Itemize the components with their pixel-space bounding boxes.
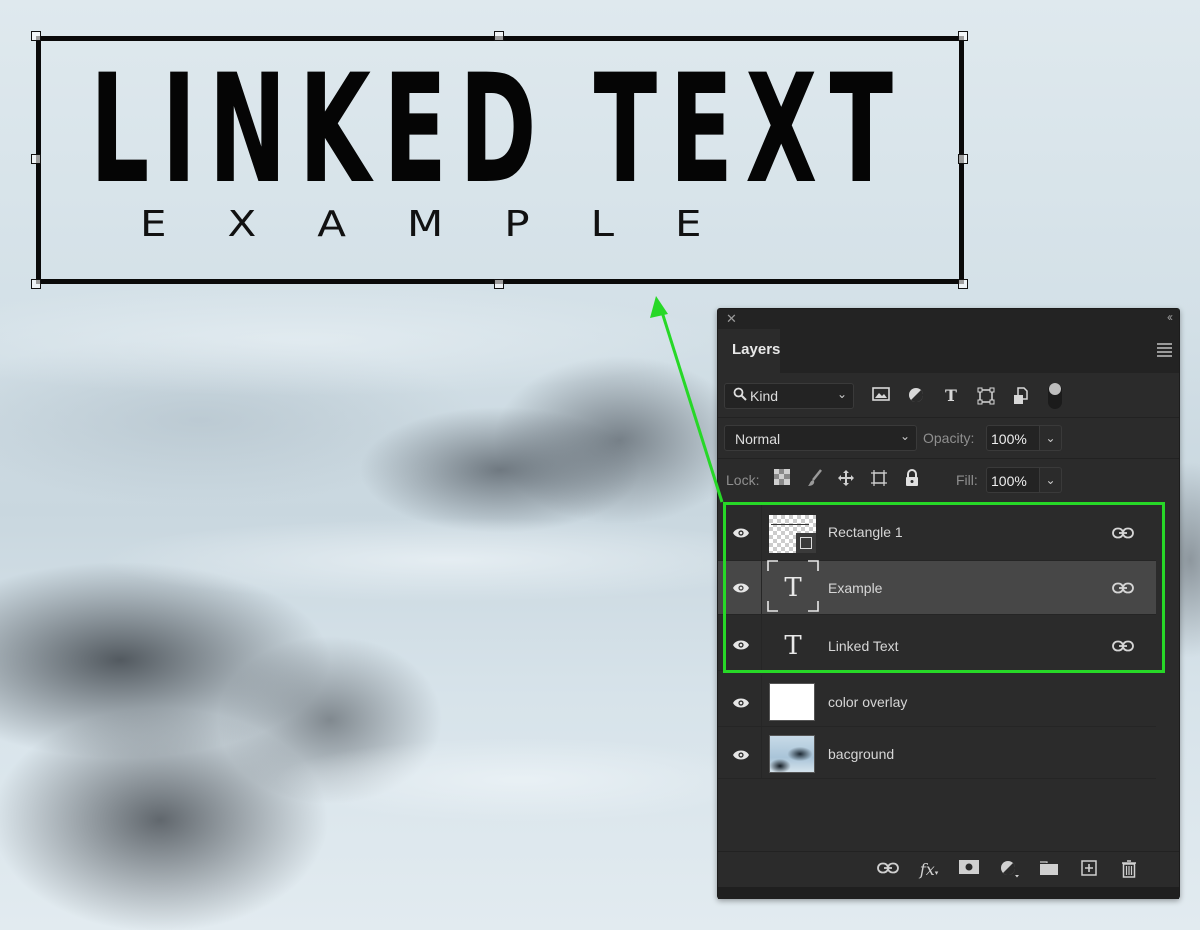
layer-name[interactable]: Linked Text: [828, 638, 899, 654]
chevron-down-icon: ⌄: [1045, 473, 1056, 487]
transform-handle-top-center[interactable]: [494, 31, 504, 41]
chevron-down-icon: ⌄: [899, 429, 910, 443]
transform-handle-top-right[interactable]: [958, 31, 968, 41]
lock-transparent-pixels-icon[interactable]: [772, 469, 792, 489]
new-layer-icon[interactable]: [1078, 860, 1100, 880]
text-layer-thumbnail-icon: T: [784, 631, 802, 661]
new-adjustment-icon[interactable]: [999, 860, 1021, 880]
layer-row-linked-text[interactable]: T Linked Text: [718, 615, 1156, 671]
shape-layer-badge-icon: [796, 533, 816, 553]
layer-row-bacground[interactable]: bacground: [718, 727, 1156, 779]
opacity-label: Opacity:: [923, 430, 975, 446]
lock-all-icon[interactable]: [902, 469, 922, 489]
transform-handle-middle-right[interactable]: [958, 154, 968, 164]
blend-mode-value: Normal: [735, 431, 781, 447]
link-icon: [1112, 640, 1134, 652]
opacity-input[interactable]: 100%: [986, 425, 1040, 451]
layer-name[interactable]: color overlay: [828, 694, 907, 710]
filter-toggle[interactable]: [1048, 383, 1062, 409]
filter-kind-label: Kind: [750, 388, 779, 404]
shape-filter-icon[interactable]: [976, 387, 996, 405]
transform-handle-bottom-center[interactable]: [494, 279, 504, 289]
layer-thumbnail-rectangle: [769, 515, 816, 553]
delete-icon[interactable]: [1118, 860, 1140, 880]
fx-icon[interactable]: fx▾: [918, 860, 940, 880]
filter-kind-select[interactable]: Kind ⌄: [724, 383, 854, 409]
lock-position-icon[interactable]: [836, 469, 856, 489]
layers-bottom-toolbar: fx▾: [718, 851, 1179, 887]
link-icon: [1112, 527, 1134, 539]
opacity-dropdown-button[interactable]: ⌄: [1040, 425, 1062, 451]
panel-title-bar[interactable]: ✕ ‹‹: [718, 309, 1179, 329]
layer-row-rectangle-1[interactable]: Rectangle 1: [718, 505, 1156, 561]
layer-filter-row: Kind ⌄ T: [718, 373, 1179, 417]
eye-visibility-icon[interactable]: [732, 639, 750, 651]
add-mask-icon[interactable]: [958, 860, 980, 880]
lock-artboard-icon[interactable]: [869, 469, 889, 489]
hamburger-menu-icon[interactable]: [1157, 343, 1172, 359]
layer-name[interactable]: bacground: [828, 746, 894, 762]
transform-handle-bottom-left[interactable]: [31, 279, 41, 289]
layer-thumbnail-photo: [769, 735, 815, 773]
layer-name[interactable]: Rectangle 1: [828, 524, 903, 540]
eye-visibility-icon[interactable]: [732, 697, 750, 709]
fill-dropdown-button[interactable]: ⌄: [1040, 467, 1062, 493]
transform-handle-bottom-right[interactable]: [958, 279, 968, 289]
link-layers-icon[interactable]: [877, 860, 899, 880]
transform-handle-middle-left[interactable]: [31, 154, 41, 164]
svg-text:T: T: [784, 631, 802, 661]
eye-visibility-icon[interactable]: [732, 527, 750, 539]
fill-label: Fill:: [956, 472, 978, 488]
image-filter-icon[interactable]: [871, 387, 891, 405]
transform-handle-top-left[interactable]: [31, 31, 41, 41]
type-filter-icon[interactable]: T: [941, 387, 961, 405]
linked-text-layer-content[interactable]: LINKED TEXT: [90, 55, 893, 205]
tab-layers[interactable]: Layers: [718, 329, 780, 373]
chevron-down-icon: ⌄: [836, 387, 847, 401]
eye-visibility-icon[interactable]: [732, 582, 750, 594]
svg-text:T: T: [784, 573, 802, 603]
chevron-down-icon: ⌄: [1045, 431, 1056, 445]
fx-label: fx: [919, 860, 935, 879]
layer-name[interactable]: Example: [828, 580, 882, 596]
new-group-icon[interactable]: [1038, 860, 1060, 880]
text-layer-thumbnail-icon: T: [767, 560, 819, 612]
search-icon: [733, 387, 747, 404]
layer-thumbnail-white-fill: [769, 683, 815, 721]
panel-tab-bar: Layers: [718, 329, 1179, 373]
blend-row: Normal ⌄ Opacity: 100% ⌄: [718, 417, 1179, 457]
close-x-icon[interactable]: ✕: [726, 311, 737, 327]
link-icon: [1112, 582, 1134, 594]
layer-row-example[interactable]: T Example: [718, 560, 1156, 615]
smart-object-filter-icon[interactable]: [1011, 387, 1031, 405]
layers-panel: ✕ ‹‹ Layers Kind ⌄ T Normal ⌄ Opacity: 1…: [717, 308, 1180, 899]
panel-resize-grip[interactable]: [718, 887, 1179, 899]
lock-image-pixels-icon[interactable]: [805, 469, 825, 489]
layer-row-color-overlay[interactable]: color overlay: [718, 675, 1156, 727]
eye-visibility-icon[interactable]: [732, 749, 750, 761]
adjustment-filter-icon[interactable]: [906, 387, 926, 405]
fill-input[interactable]: 100%: [986, 467, 1040, 493]
blend-mode-select[interactable]: Normal ⌄: [724, 425, 917, 451]
lock-label: Lock:: [726, 472, 760, 488]
example-layer-content[interactable]: EXAMPLE: [140, 206, 763, 242]
lock-row: Lock: Fill: 100% ⌄: [718, 459, 1179, 499]
double-chevron-left-icon[interactable]: ‹‹: [1167, 310, 1173, 324]
